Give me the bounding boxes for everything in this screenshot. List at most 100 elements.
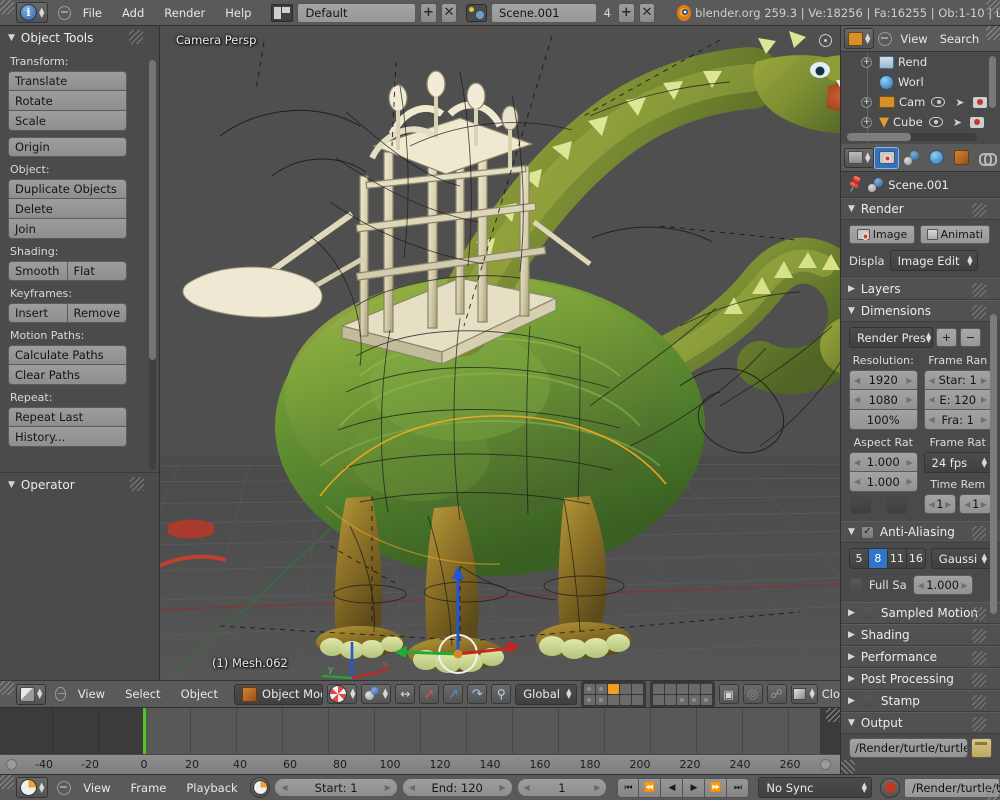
screen-layout-icon[interactable]	[271, 4, 293, 22]
remove-keyframe-button[interactable]: Remove	[68, 303, 128, 323]
3d-viewport[interactable]: x y Camera Persp (1) Mesh.062	[160, 26, 840, 680]
corner-grip-icon[interactable]	[0, 0, 14, 14]
frame-end-field[interactable]: ◀ E: 120 ▶	[924, 390, 993, 410]
timeline-editor[interactable]: -40 -20 0 20 40 60 80 100 120 140 160 18…	[0, 708, 840, 774]
aa-sample-5[interactable]: 5	[850, 549, 869, 568]
editor-type-selector[interactable]: i	[16, 2, 48, 23]
section-header-dimensions[interactable]: ▼ Dimensions	[841, 300, 1000, 322]
snap-magnet-button[interactable]: ☍	[767, 684, 787, 704]
scale-button[interactable]: Scale	[8, 111, 127, 131]
tab-object[interactable]	[949, 147, 974, 169]
corner-grip-icon[interactable]	[986, 26, 1000, 40]
outliner-hscrollbar[interactable]	[847, 133, 977, 141]
stamp-checkbox[interactable]	[861, 694, 875, 708]
corner-grip-icon[interactable]	[826, 708, 840, 722]
crop-checkbox[interactable]	[887, 497, 907, 514]
next-keyframe-button[interactable]: ⏩	[705, 778, 727, 798]
playbar-menu-frame[interactable]: Frame	[123, 779, 175, 797]
tab-constraints[interactable]	[974, 147, 999, 169]
frame-end-field[interactable]: ◀ End: 120 ▶	[402, 778, 513, 797]
visibility-eye-icon[interactable]	[929, 117, 943, 127]
viewport-gizmo-icon[interactable]	[819, 34, 832, 47]
remove-preset-button[interactable]: −	[960, 328, 981, 347]
time-remap-old-field[interactable]: ◀ 1 ▶	[924, 494, 957, 514]
timeline-scroll-right-handle[interactable]	[820, 759, 831, 770]
translate-button[interactable]: Translate	[8, 71, 127, 91]
aa-filter-dropdown[interactable]: Gaussi	[931, 548, 992, 569]
editor-type-selector[interactable]	[844, 28, 874, 49]
outliner-row-camera[interactable]: + Cam ➤	[841, 92, 1000, 112]
render-preset-dropdown[interactable]: Render Pres	[849, 327, 933, 348]
repeat-last-button[interactable]: Repeat Last	[8, 407, 127, 427]
translate-manipulator-button[interactable]: ➚	[419, 684, 439, 704]
tab-render[interactable]	[874, 147, 899, 169]
output-path-field[interactable]: /Render/turtle/turtle	[849, 738, 968, 758]
timeline-ruler[interactable]: -40 -20 0 20 40 60 80 100 120 140 160 18…	[0, 754, 840, 774]
duplicate-objects-button[interactable]: Duplicate Objects	[8, 179, 127, 199]
corner-grip-icon[interactable]	[0, 775, 14, 789]
origin-button[interactable]: Origin	[8, 137, 127, 157]
expand-plus-icon[interactable]: +	[861, 117, 872, 128]
section-header-layers[interactable]: ▶ Layers	[841, 278, 1000, 300]
clear-paths-button[interactable]: Clear Paths	[8, 365, 127, 385]
scene-icon[interactable]	[466, 4, 487, 22]
section-header-stamp[interactable]: ▶ Stamp	[841, 690, 1000, 712]
corner-grip-icon[interactable]	[986, 0, 1000, 14]
delete-scene-button[interactable]: ✕	[639, 3, 656, 23]
insert-keyframe-button[interactable]: Insert	[8, 303, 68, 323]
outliner-menu-search[interactable]: Search	[936, 30, 984, 48]
editor-type-selector[interactable]	[16, 777, 48, 798]
frame-start-field[interactable]: ◀ Star: 1 ▶	[924, 370, 993, 390]
outliner-row-world[interactable]: Worl	[841, 72, 1000, 92]
properties-editor[interactable]: 📌 Scene.001 ▼ Render Image Animati	[840, 144, 1000, 774]
auto-keyframe-button[interactable]	[880, 778, 900, 798]
new-scene-button[interactable]: +	[618, 3, 635, 23]
screen-layout-field[interactable]: Default	[297, 3, 416, 23]
history-button[interactable]: History...	[8, 427, 127, 447]
previous-keyframe-button[interactable]: ⏪	[639, 778, 661, 798]
corner-grip-icon[interactable]	[0, 681, 14, 695]
resolution-x-field[interactable]: ◀ 1920 ▶	[849, 370, 918, 390]
visibility-eye-icon[interactable]	[931, 97, 945, 107]
section-header-performance[interactable]: ▶ Performance	[841, 646, 1000, 668]
menu-render[interactable]: Render	[156, 4, 213, 22]
border-checkbox[interactable]	[851, 497, 871, 514]
resolution-y-field[interactable]: ◀ 1080 ▶	[849, 390, 918, 410]
operator-panel-header[interactable]: ▼ Operator	[0, 473, 160, 496]
outliner-row-render-layers[interactable]: + Rend	[841, 52, 1000, 72]
snap-element-selector[interactable]	[791, 684, 818, 704]
expand-plus-icon[interactable]: +	[861, 97, 872, 108]
scene-users-count[interactable]: 4	[601, 6, 614, 20]
playbar-menu-view[interactable]: View	[75, 779, 118, 797]
delete-button[interactable]: Delete	[8, 199, 127, 219]
frame-step-field[interactable]: ◀ Fra: 1 ▶	[924, 410, 993, 430]
use-preview-range-button[interactable]	[250, 777, 271, 798]
outliner-menu-view[interactable]: View	[896, 30, 931, 48]
aa-sample-16[interactable]: 16	[907, 549, 925, 568]
aspect-y-field[interactable]: ◀ 1.000 ▶	[849, 472, 918, 492]
aa-sample-8[interactable]: 8	[869, 549, 888, 568]
editor-type-selector[interactable]	[16, 684, 46, 705]
rotate-manipulator-button[interactable]: ↗	[443, 684, 463, 704]
timeline-playhead[interactable]	[143, 708, 146, 754]
jump-to-start-button[interactable]: ⏮	[617, 778, 639, 798]
aspect-x-field[interactable]: ◀ 1.000 ▶	[849, 452, 918, 472]
scene-name-field[interactable]: Scene.001	[491, 3, 597, 23]
collapse-menu-icon[interactable]	[57, 781, 71, 795]
delete-screen-button[interactable]: ✕	[441, 3, 458, 23]
sampled-motion-checkbox[interactable]	[861, 606, 875, 620]
manipulator-extra-button[interactable]: ⚲	[491, 684, 511, 704]
section-header-render[interactable]: ▼ Render	[841, 198, 1000, 220]
section-header-shading[interactable]: ▶ Shading	[841, 624, 1000, 646]
corner-grip-icon[interactable]	[841, 760, 855, 774]
tab-scene[interactable]	[899, 147, 924, 169]
time-remap-new-field[interactable]: ◀ 1 ▶	[959, 494, 992, 514]
playbar-menu-playback[interactable]: Playback	[178, 779, 245, 797]
pin-icon[interactable]: 📌	[845, 175, 865, 195]
frame-rate-dropdown[interactable]: 24 fps	[924, 452, 993, 473]
tool-panel-scrollbar[interactable]	[149, 60, 156, 470]
menu-file[interactable]: File	[75, 4, 110, 22]
snap-target-label[interactable]: Clo	[822, 687, 840, 701]
outliner-editor[interactable]: View Search + Rend Worl + Cam ➤ + ▼ Cube	[840, 26, 1000, 144]
section-header-antialiasing[interactable]: ▼ ✓ Anti-Aliasing	[841, 521, 1000, 543]
